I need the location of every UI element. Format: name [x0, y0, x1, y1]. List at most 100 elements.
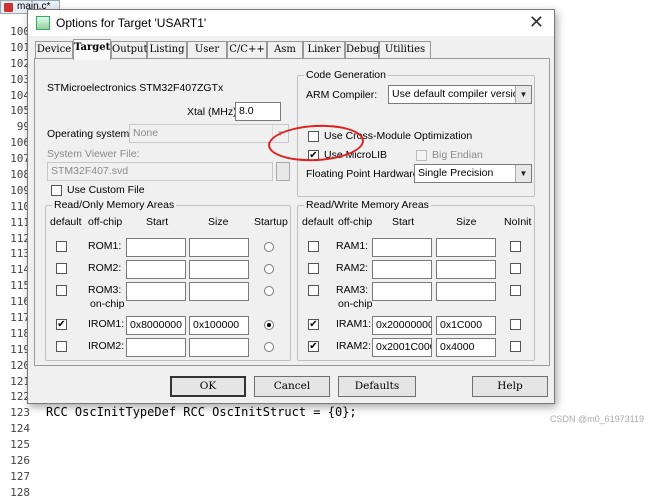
rom-row-2-startup-radio[interactable] — [264, 286, 274, 296]
rom-row-2-default-checkbox[interactable] — [56, 285, 67, 296]
floating-point-value: Single Precision — [418, 167, 494, 179]
line-number: 124 — [10, 422, 30, 436]
rom-row-2-size-input[interactable] — [189, 282, 249, 301]
arm-compiler-value: Use default compiler version 5 — [392, 88, 532, 100]
ram-row-2-default-checkbox[interactable] — [308, 285, 319, 296]
ram-header-default: default — [302, 216, 334, 228]
rom-row-0-default-checkbox[interactable] — [56, 241, 67, 252]
ram-row-4-size-input[interactable]: 0x4000 — [436, 338, 496, 357]
rom-areas-title: Read/Only Memory Areas — [52, 199, 177, 211]
rom-row-1-startup-radio[interactable] — [264, 264, 274, 274]
os-label: Operating system: — [47, 128, 133, 140]
rom-row-1-name: ROM2: — [88, 262, 122, 274]
rom-row-2-start-input[interactable] — [126, 282, 186, 301]
line-number: 128 — [10, 485, 30, 499]
rom-row-4-size-input[interactable] — [189, 338, 249, 357]
help-button[interactable]: Help — [472, 376, 548, 397]
defaults-button[interactable]: Defaults — [338, 376, 416, 397]
dialog-titlebar[interactable]: Options for Target 'USART1' ✕ — [28, 10, 554, 36]
rom-row-0-startup-radio[interactable] — [264, 242, 274, 252]
tab-target[interactable]: Target — [73, 39, 111, 60]
ram-row-4-default-checkbox[interactable]: ✔ — [308, 341, 319, 352]
floating-point-select[interactable]: Single Precision ▼ — [414, 164, 532, 183]
rom-row-1-size-input[interactable] — [189, 260, 249, 279]
rom-row-1-start-input[interactable] — [126, 260, 186, 279]
tab-c-c-[interactable]: C/C++ — [227, 41, 267, 59]
tab-device[interactable]: Device — [35, 41, 73, 59]
rom-row-4-start-input[interactable] — [126, 338, 186, 357]
ram-row-0-size-input[interactable] — [436, 238, 496, 257]
use-custom-file-label: Use Custom File — [67, 184, 145, 196]
ok-button[interactable]: OK — [170, 376, 246, 397]
ram-row-3-default-checkbox[interactable]: ✔ — [308, 319, 319, 330]
rom-row-3-name: IROM1: — [88, 318, 125, 330]
tab-user[interactable]: User — [187, 41, 227, 59]
chevron-down-icon: ▼ — [515, 165, 531, 182]
ram-row-1-start-input[interactable] — [372, 260, 432, 279]
rom-row-4-name: IROM2: — [88, 340, 125, 352]
rom-header-default: default — [50, 216, 82, 228]
rom-row-1-default-checkbox[interactable] — [56, 263, 67, 274]
tab-asm[interactable]: Asm — [267, 41, 303, 59]
ram-row-2-start-input[interactable] — [372, 282, 432, 301]
ram-row-3-noinit-checkbox[interactable] — [510, 319, 521, 330]
floating-point-label: Floating Point Hardware: — [306, 168, 422, 180]
cancel-button[interactable]: Cancel — [254, 376, 330, 397]
target-tab-panel: STMicroelectronics STM32F407ZGTx Xtal (M… — [34, 58, 550, 366]
ram-row-1-noinit-checkbox[interactable] — [510, 263, 521, 274]
rom-row-4-default-checkbox[interactable] — [56, 341, 67, 352]
dialog-title: Options for Target 'USART1' — [56, 16, 207, 30]
ram-row-4-noinit-checkbox[interactable] — [510, 341, 521, 352]
ram-row-1-name: RAM2: — [336, 262, 369, 274]
rom-row-4-startup-radio[interactable] — [264, 342, 274, 352]
rom-row-0-start-input[interactable] — [126, 238, 186, 257]
ram-row-1-size-input[interactable] — [436, 260, 496, 279]
svd-browse-button[interactable] — [276, 162, 290, 181]
ram-header-offchip: off-chip — [338, 216, 373, 228]
svd-input[interactable]: STM32F407.svd — [47, 162, 273, 181]
rom-row-3-size-input[interactable]: 0x100000 — [189, 316, 249, 335]
close-icon[interactable]: ✕ — [529, 12, 544, 33]
xtal-label: Xtal (MHz): — [187, 106, 240, 118]
ram-row-0-name: RAM1: — [336, 240, 369, 252]
ram-row-0-noinit-checkbox[interactable] — [510, 241, 521, 252]
keil-target-icon — [36, 16, 50, 30]
ram-row-3-size-input[interactable]: 0x1C000 — [436, 316, 496, 335]
xtal-input[interactable]: 8.0 — [235, 102, 281, 121]
ram-row-1-default-checkbox[interactable] — [308, 263, 319, 274]
rom-row-0-size-input[interactable] — [189, 238, 249, 257]
ram-areas-title: Read/Write Memory Areas — [304, 199, 431, 211]
ram-header-size: Size — [456, 216, 477, 228]
rom-row-0-name: ROM1: — [88, 240, 122, 252]
rom-header-size: Size — [208, 216, 229, 228]
ram-row-2-size-input[interactable] — [436, 282, 496, 301]
use-custom-file-checkbox[interactable] — [51, 185, 62, 196]
tab-debug[interactable]: Debug — [345, 41, 379, 59]
arm-compiler-label: ARM Compiler: — [306, 89, 378, 101]
c-file-icon — [4, 3, 13, 12]
line-number: 123 — [10, 406, 30, 420]
rom-row-3-default-checkbox[interactable]: ✔ — [56, 319, 67, 330]
ram-row-3-start-input[interactable]: 0x20000000 — [372, 316, 432, 335]
os-select[interactable]: None ▼ — [129, 124, 289, 143]
code-line-128[interactable]: RCC OscInitTypeDef RCC OscInitStruct = {… — [46, 405, 357, 419]
tab-listing[interactable]: Listing — [147, 41, 187, 59]
rom-row-3-start-input[interactable]: 0x8000000 — [126, 316, 186, 335]
watermark: CSDN @m0_61973119 — [549, 414, 644, 424]
ram-onchip-label: on-chip — [338, 298, 373, 310]
tab-output[interactable]: Output — [111, 41, 148, 59]
rom-row-3-startup-radio[interactable] — [264, 320, 274, 330]
ram-row-0-start-input[interactable] — [372, 238, 432, 257]
tab-utilities[interactable]: Utilities — [379, 41, 431, 59]
ram-row-2-name: RAM3: — [336, 284, 369, 296]
ram-row-0-default-checkbox[interactable] — [308, 241, 319, 252]
arm-compiler-select[interactable]: Use default compiler version 5 ▼ — [388, 85, 532, 104]
big-endian-checkbox[interactable] — [416, 150, 427, 161]
ram-row-4-start-input[interactable]: 0x2001C000 — [372, 338, 432, 357]
rom-header-startup: Startup — [254, 216, 288, 228]
rom-header-offchip: off-chip — [88, 216, 123, 228]
ram-header-noinit: NoInit — [504, 216, 532, 228]
ram-row-2-noinit-checkbox[interactable] — [510, 285, 521, 296]
tab-linker[interactable]: Linker — [303, 41, 345, 59]
device-name: STMicroelectronics STM32F407ZGTx — [47, 82, 224, 94]
